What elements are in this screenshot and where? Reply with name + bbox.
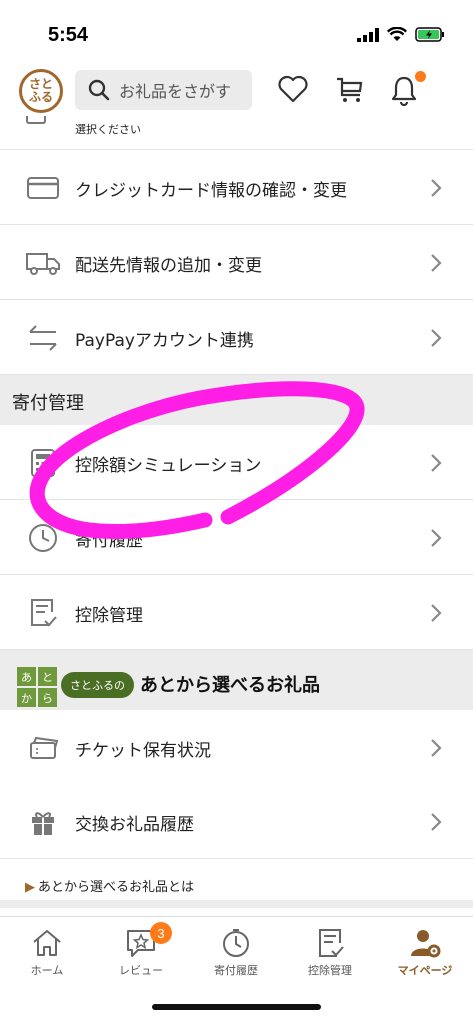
row-label: 控除額シミュレーション: [75, 456, 262, 476]
row-label: チケット保有状況: [75, 741, 211, 761]
tab-label: ホーム: [30, 964, 64, 977]
row-label: 寄付履歴: [75, 531, 143, 551]
credit-card-icon: [25, 172, 61, 204]
row-label: 交換お礼品履歴: [75, 815, 194, 835]
battery-icon: [415, 27, 444, 42]
about-later-selection-link[interactable]: ▶ あとから選べるお礼品とは: [0, 858, 473, 908]
tab-donation-history[interactable]: 寄付履歴: [189, 927, 283, 987]
chevron-right-icon: [431, 329, 442, 347]
tab-label: 寄付履歴: [214, 964, 258, 977]
section-title: 寄付管理: [12, 393, 84, 414]
later-selection-banner: あ と か ら さとふるの あとから選べるお礼品: [0, 650, 473, 710]
row-label: クレジットカード情報の確認・変更: [75, 181, 347, 201]
tab-review[interactable]: 3 レビュー: [94, 922, 188, 987]
transfer-icon: [25, 322, 61, 354]
tab-deduction-management[interactable]: 控除管理: [283, 927, 377, 987]
chevron-right-icon: [431, 604, 442, 622]
checklist-icon: [319, 929, 344, 957]
search-placeholder: お礼品をさがす: [119, 82, 232, 101]
row-ticket-status[interactable]: チケット保有状況: [0, 710, 473, 785]
checklist-icon: [25, 597, 61, 629]
row-deduction-management[interactable]: 控除管理: [0, 575, 473, 650]
partial-row[interactable]: 選択ください: [0, 116, 473, 150]
bell-icon[interactable]: [389, 74, 419, 106]
satofull-logo[interactable]: さとふる: [19, 69, 63, 113]
section-header-donation: 寄付管理: [0, 375, 473, 425]
banner-title: あとから選べるお礼品: [140, 675, 320, 696]
status-bar: 5:54: [0, 0, 473, 60]
link-text: ▶ あとから選べるお礼品とは: [25, 876, 194, 895]
calculator-icon: [25, 447, 61, 479]
logo-text: さとふる: [29, 77, 54, 104]
row-exchange-history[interactable]: 交換お礼品履歴: [0, 784, 473, 859]
triangle-right-icon: ▶: [25, 880, 35, 895]
header: さとふる お礼品をさがす: [0, 60, 473, 122]
link-label: あとから選べるお礼品とは: [38, 880, 195, 895]
wifi-icon: [387, 27, 407, 41]
chevron-right-icon: [431, 454, 442, 472]
badge-char: か: [17, 688, 36, 707]
truck-icon: [25, 247, 61, 279]
search-icon: [88, 79, 110, 101]
chevron-right-icon: [431, 254, 442, 272]
chevron-right-icon: [431, 529, 442, 547]
badge-char: ら: [38, 688, 57, 707]
review-badge: 3: [150, 922, 172, 944]
cart-icon[interactable]: [334, 74, 366, 106]
tab-home[interactable]: ホーム: [0, 927, 94, 987]
mypage-icon: [411, 930, 441, 958]
signal-icon: [357, 27, 379, 42]
row-credit-card[interactable]: クレジットカード情報の確認・変更: [0, 150, 473, 225]
clock-icon: [25, 522, 61, 554]
tab-mypage[interactable]: マイページ: [378, 927, 472, 987]
tab-label: マイページ: [397, 964, 453, 977]
chevron-right-icon: [431, 739, 442, 757]
chevron-right-icon: [431, 813, 442, 831]
notification-dot: [415, 71, 426, 82]
status-time: 5:54: [48, 24, 89, 46]
tab-label: レビュー: [119, 964, 163, 977]
home-icon: [33, 930, 61, 956]
clock-icon: [223, 929, 249, 957]
partial-row-icon: [26, 116, 46, 124]
row-deduction-simulation[interactable]: 控除額シミュレーション: [0, 425, 473, 500]
gift-icon: [25, 806, 61, 838]
heart-icon[interactable]: [277, 74, 309, 104]
search-input[interactable]: お礼品をさがす: [75, 70, 252, 110]
home-indicator: [152, 1004, 321, 1010]
tab-label: 控除管理: [308, 964, 352, 977]
status-icons: [357, 27, 445, 42]
ticket-icon: [25, 732, 61, 764]
badge-char: と: [38, 667, 57, 686]
row-label: PayPayアカウント連携: [75, 331, 254, 351]
row-paypay[interactable]: PayPayアカウント連携: [0, 300, 473, 375]
badge-char: あ: [17, 667, 36, 686]
banner-pill: さとふるの: [61, 672, 134, 698]
row-label: 控除管理: [75, 606, 143, 626]
row-donation-history[interactable]: 寄付履歴: [0, 500, 473, 575]
row-delivery-address[interactable]: 配送先情報の追加・変更: [0, 225, 473, 300]
row-label: 配送先情報の追加・変更: [75, 256, 262, 276]
banner-badge: あ と か ら: [17, 667, 57, 707]
chevron-right-icon: [431, 179, 442, 197]
partial-row-label: 選択ください: [75, 123, 141, 136]
